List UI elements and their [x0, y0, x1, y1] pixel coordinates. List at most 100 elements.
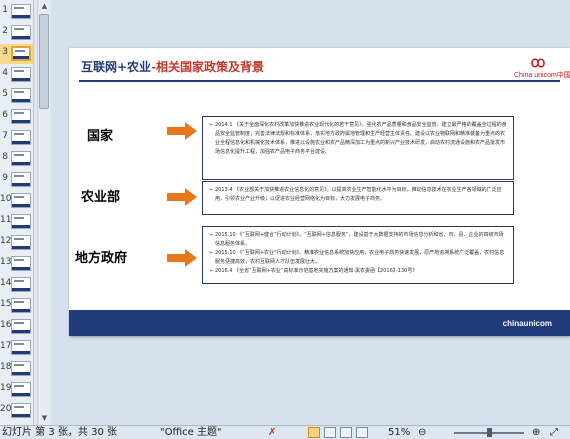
reading-view-button[interactable]: [340, 427, 352, 438]
slide-thumbnail[interactable]: 9: [0, 170, 33, 190]
thumbnail-preview: [11, 256, 31, 271]
arrow-right-icon: [167, 122, 197, 140]
thumbnail-number: 15: [0, 299, 12, 309]
policy-box-national[interactable]: 2014.1 《关于全面深化农村改革加快推进农业现代化的若干意见》。强化农产品质…: [202, 116, 514, 180]
category-label-ministry: 农业部: [81, 190, 121, 205]
thumbnail-number: 3: [2, 47, 8, 57]
slide-thumbnail[interactable]: 17: [0, 338, 33, 358]
status-bar: 幻灯片 第 3 张，共 30 张 "Office 主题" ✗ 51% ⊖ ⊕ ⤢: [0, 425, 570, 439]
category-label-local-government: 地方政府: [75, 251, 128, 266]
logo-text: China unicom中国联通: [514, 72, 570, 79]
thumbnail-number: 12: [0, 236, 12, 246]
slide-title[interactable]: 互联网+农业-相关国家政策及背景: [81, 58, 264, 75]
slide-counter: 幻灯片 第 3 张，共 30 张: [2, 427, 117, 438]
thumbnail-number: 8: [2, 152, 8, 162]
zoom-out-button[interactable]: ⊖: [418, 426, 426, 439]
thumbnail-number: 5: [2, 89, 8, 99]
slide-footer-band: chinaunicom: [69, 310, 570, 336]
thumbnail-preview: [11, 25, 31, 40]
policy-box-local-government[interactable]: 2015.10 《“互联网+健合”行动计划》。“互联网+信息服务”，建设基于大数…: [202, 226, 514, 284]
thumbnail-preview: [11, 130, 31, 145]
policy-item: 2014.1 《关于全面深化农村改革加快推进农业现代化的若干意见》。强化农产品质…: [209, 121, 507, 157]
slide-thumbnail[interactable]: 18: [0, 359, 33, 379]
thumbnail-number: 20: [0, 404, 12, 414]
thumbnail-number: 16: [0, 320, 12, 330]
slide-thumbnail[interactable]: 1: [0, 2, 33, 22]
thumbnail-number: 19: [0, 383, 12, 393]
slideshow-view-button[interactable]: [356, 427, 368, 438]
thumbnail-number: 17: [0, 341, 12, 351]
slide-thumbnail[interactable]: 2: [0, 23, 33, 43]
thumbnail-number: 9: [2, 173, 8, 183]
slide-thumbnail-panel[interactable]: 1 2 3 4 5 6 7 8 9 10 11 12 13 14 15 16 17 18 19 20: [0, 0, 34, 425]
thumbnail-scrollbar[interactable]: ▲ ▼: [37, 0, 50, 425]
slide-thumbnail[interactable]: 4: [0, 65, 33, 85]
unicom-knot-icon: [531, 58, 545, 68]
thumbnail-number: 1: [2, 5, 8, 15]
scroll-up-arrow-icon[interactable]: ▲: [38, 0, 51, 13]
presentation-window: 1 2 3 4 5 6 7 8 9 10 11 12 13 14 15 16 17 18 19 20 ▲ ▼ 互联网+…: [0, 0, 570, 439]
thumbnail-number: 13: [0, 257, 12, 267]
thumbnail-preview: [11, 235, 31, 250]
thumbnail-number: 18: [0, 362, 12, 372]
slide-thumbnail[interactable]: 8: [0, 149, 33, 169]
policy-item: 2015.10 《“互联网+农业”行动计划》。精准农业信息系统加快应用；农业电子…: [209, 249, 507, 267]
thumbnail-preview: [11, 277, 31, 292]
category-label-national: 国家: [87, 129, 114, 144]
slide-sorter-view-button[interactable]: [324, 427, 336, 438]
zoom-level[interactable]: 51%: [388, 426, 410, 439]
thumbnail-number: 14: [0, 278, 12, 288]
policy-box-ministry[interactable]: 2013.4 《农业部关于加快推进农业信息化的意见》。以提高农业生产智能化水平为…: [202, 181, 514, 215]
zoom-in-button[interactable]: ⊕: [532, 426, 540, 439]
zoom-slider-knob[interactable]: [487, 428, 492, 437]
thumbnail-preview: [11, 88, 31, 103]
scroll-down-arrow-icon[interactable]: ▼: [38, 412, 51, 425]
slide[interactable]: 互联网+农业-相关国家政策及背景 China unicom中国联通 国家 201…: [69, 48, 570, 336]
slide-thumbnail[interactable]: 19: [0, 380, 33, 400]
thumbnail-preview: [11, 361, 31, 376]
slide-thumbnail[interactable]: 16: [0, 317, 33, 337]
normal-view-button[interactable]: [308, 427, 320, 438]
thumbnail-preview: [11, 403, 31, 418]
thumbnail-preview: [11, 382, 31, 397]
thumbnail-number: 7: [2, 131, 8, 141]
arrow-right-icon: [167, 249, 197, 267]
thumbnail-number: 4: [2, 68, 8, 78]
thumbnail-preview: [11, 319, 31, 334]
spell-check-icon[interactable]: ✗: [268, 426, 276, 439]
slide-thumbnail[interactable]: 14: [0, 275, 33, 295]
thumbnail-preview: [11, 172, 31, 187]
thumbnail-preview: [11, 151, 31, 166]
policy-item: 2013.4 《农业部关于加快推进农业信息化的意见》。以提高农业生产智能化水平为…: [209, 186, 507, 204]
slide-thumbnail[interactable]: 13: [0, 254, 33, 274]
slide-thumbnail[interactable]: 6: [0, 107, 33, 127]
title-part-1: 互联网+农业: [81, 60, 152, 74]
thumbnail-preview: [11, 4, 31, 19]
slide-thumbnail[interactable]: 5: [0, 86, 33, 106]
title-underline: [79, 80, 560, 82]
policy-item: 2015.10 《“互联网+健合”行动计划》。“互联网+信息服务”，建设基于大数…: [209, 231, 507, 249]
policy-item: 2016.4 《全省“互联网+农业”高标准示范基地实施方案的通知·黑农委函【20…: [209, 267, 507, 276]
thumbnail-preview: [11, 340, 31, 355]
slide-thumbnail[interactable]: 7: [0, 128, 33, 148]
thumbnail-number: 11: [0, 215, 12, 225]
theme-name[interactable]: "Office 主题": [160, 426, 222, 439]
thumbnail-preview: [11, 298, 31, 313]
title-part-2: -相关国家政策及背景: [151, 60, 265, 74]
thumbnail-preview: [11, 67, 31, 82]
fit-to-window-icon[interactable]: ⤢: [550, 426, 558, 439]
slide-thumbnail[interactable]: 11: [0, 212, 33, 232]
slide-thumbnail[interactable]: 12: [0, 233, 33, 253]
slide-thumbnail[interactable]: 3: [0, 44, 33, 64]
slide-editing-area[interactable]: 互联网+农业-相关国家政策及背景 China unicom中国联通 国家 201…: [51, 0, 570, 425]
slide-thumbnail[interactable]: 15: [0, 296, 33, 316]
slide-thumbnail[interactable]: 20: [0, 401, 33, 421]
thumbnail-preview: [11, 109, 31, 124]
scrollbar-thumb[interactable]: [39, 14, 49, 109]
arrow-right-icon: [167, 188, 197, 206]
thumbnail-number: 10: [0, 194, 12, 204]
thumbnail-preview: [11, 214, 31, 229]
thumbnail-number: 6: [2, 110, 8, 120]
slide-thumbnail[interactable]: 10: [0, 191, 33, 211]
thumbnail-preview: [11, 193, 31, 208]
